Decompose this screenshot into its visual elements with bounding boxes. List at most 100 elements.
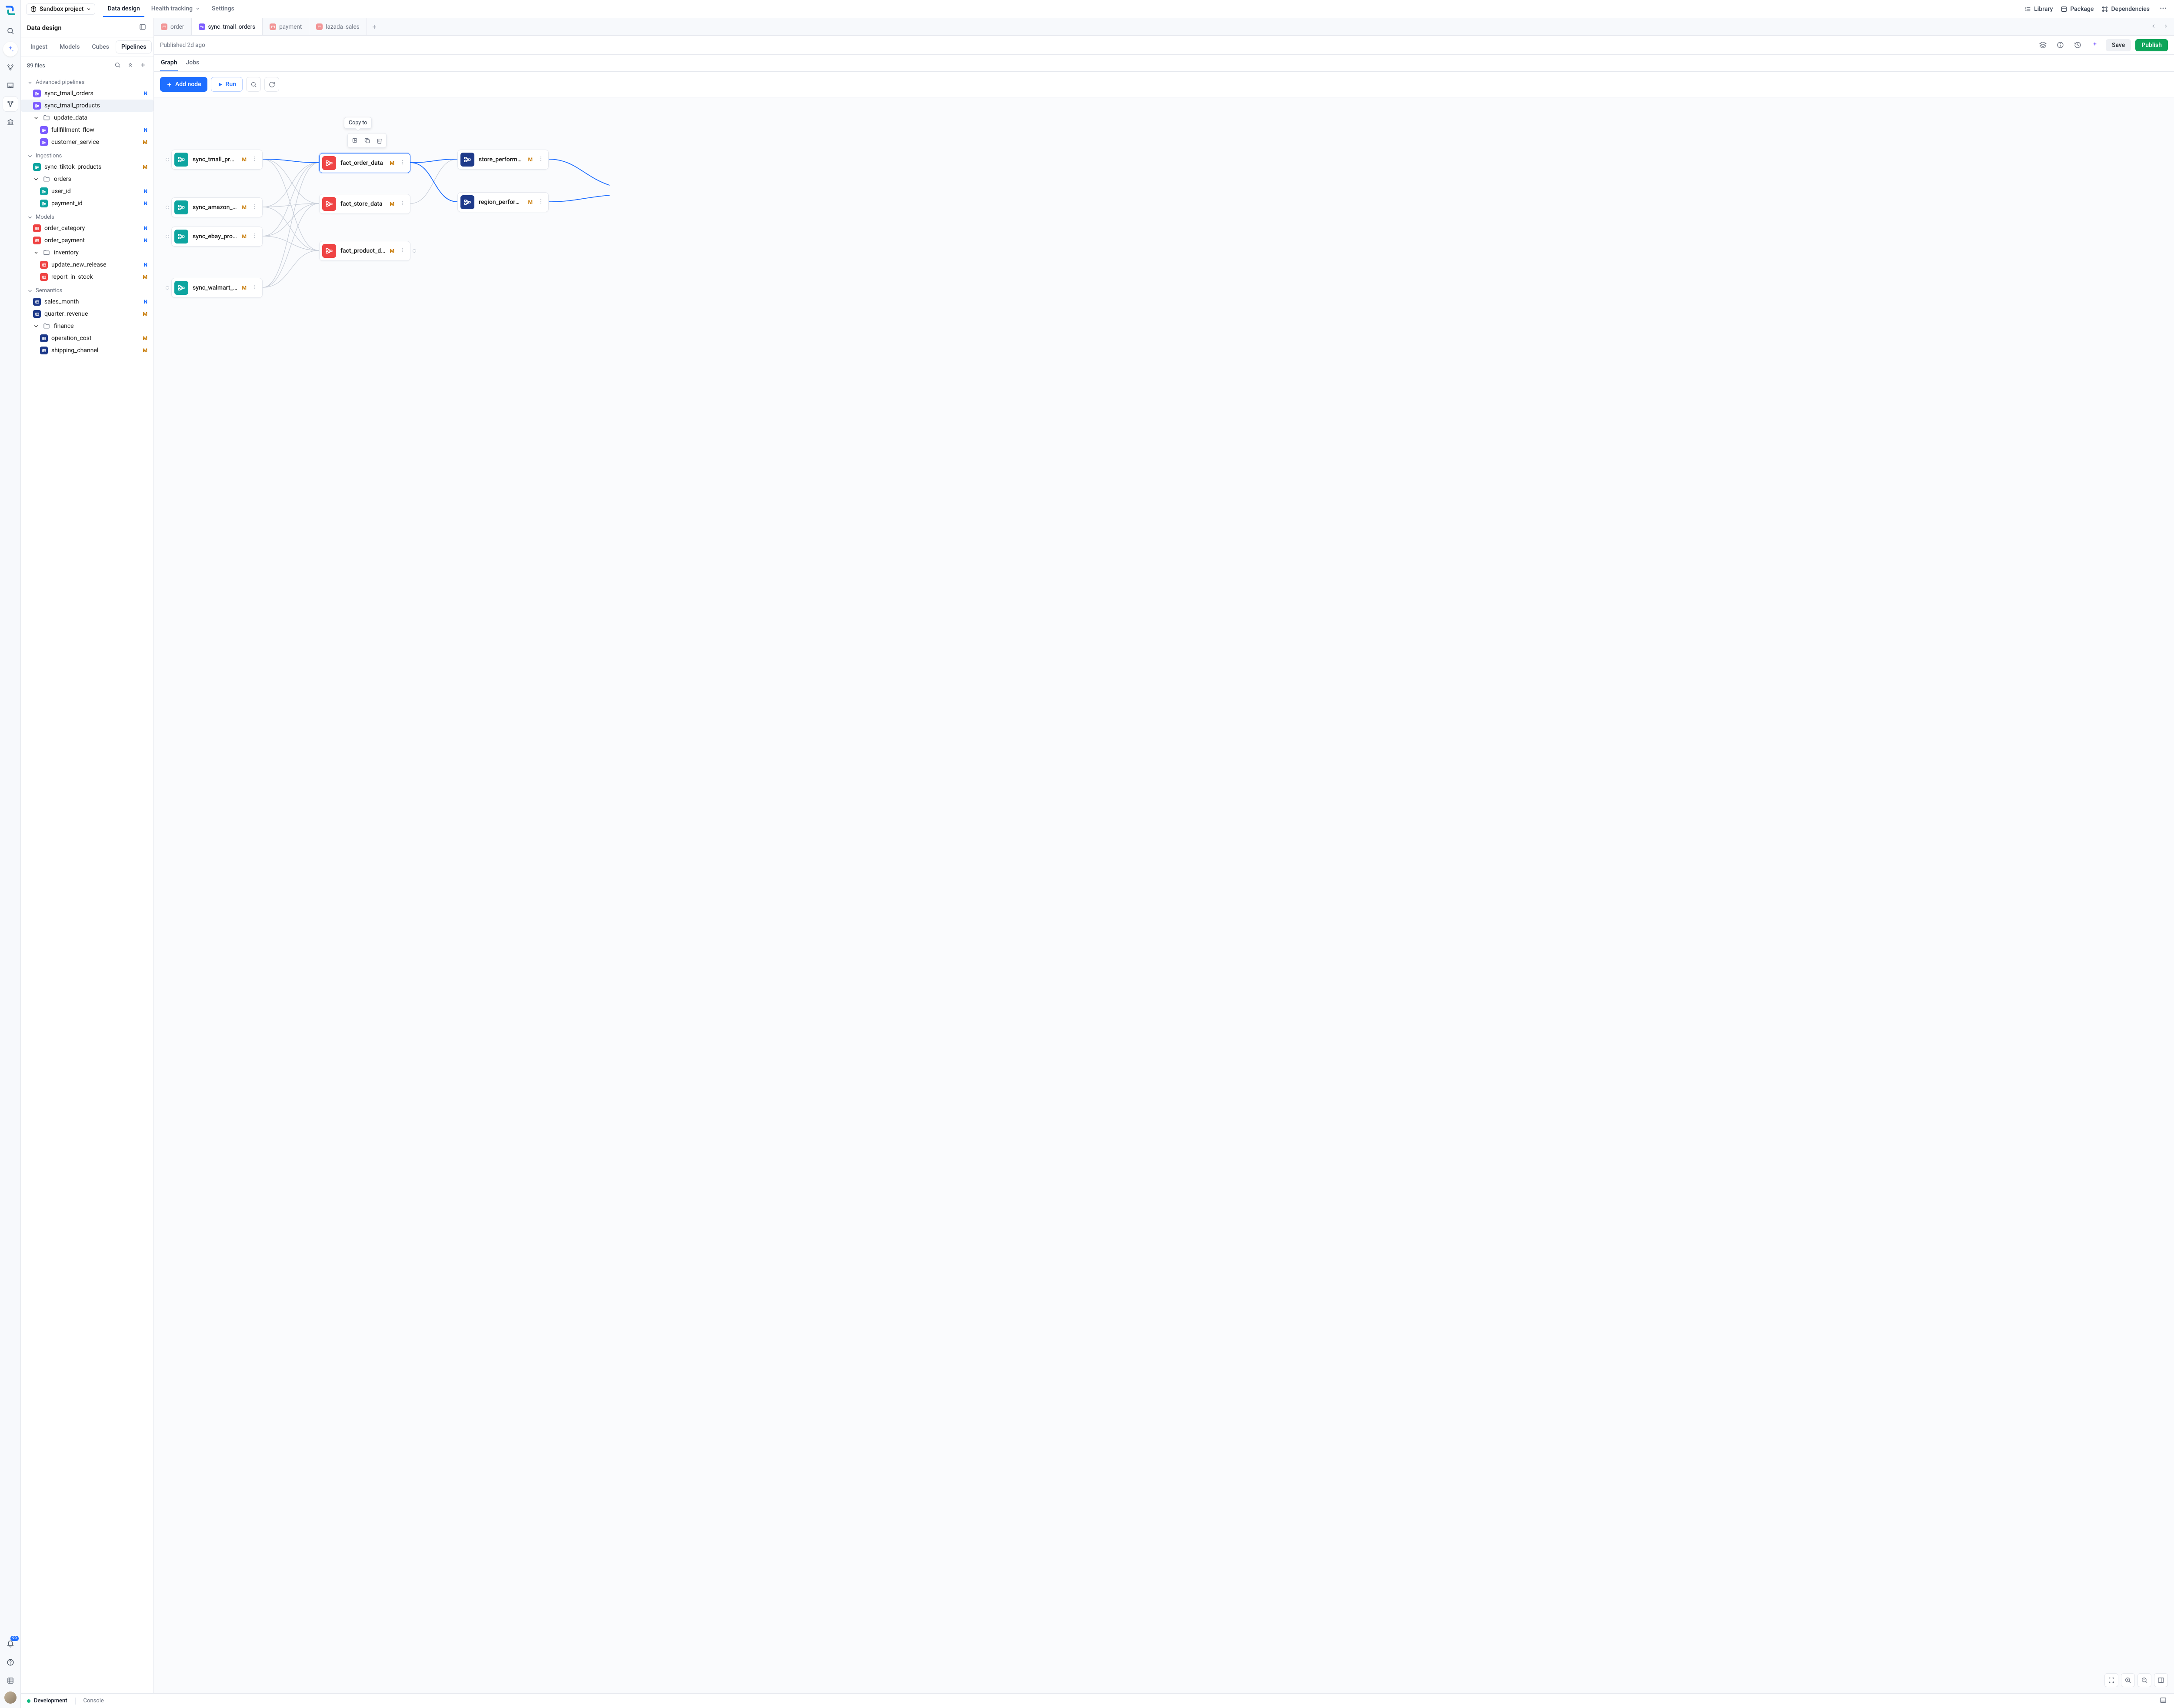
action-library[interactable]: Library [2024,6,2053,13]
tree-group-header[interactable]: Ingestions [21,151,153,161]
project-selector[interactable]: Sandbox project [26,3,95,15]
tree-item[interactable]: sync_tiktok_productsM [21,161,153,173]
publish-button[interactable]: Publish [2135,39,2168,51]
env-indicator[interactable]: Development [27,1698,67,1704]
node-port-out[interactable] [413,249,416,253]
node-port-in[interactable] [166,158,169,161]
graph-canvas[interactable]: Copy to sync_tmall_produ...Msync_amazon_… [154,97,2174,1693]
more-menu[interactable] [2157,3,2169,16]
sidebar-search[interactable] [113,60,122,71]
tree-folder[interactable]: update_data [21,112,153,124]
canvas-minimap[interactable] [2154,1673,2168,1687]
tree-group-header[interactable]: Semantics [21,286,153,296]
save-button[interactable]: Save [2106,39,2131,51]
history-icon[interactable] [2071,39,2084,52]
action-package[interactable]: Package [2061,6,2094,13]
file-tab-add[interactable] [367,18,382,35]
tree-item[interactable]: order_paymentN [21,234,153,247]
tree-item[interactable]: update_new_releaseN [21,259,153,271]
canvas-fit[interactable] [2104,1673,2118,1687]
tree-item[interactable]: shipping_channelM [21,344,153,357]
tree-folder[interactable]: inventory [21,247,153,259]
file-tab[interactable]: lazada_sales [309,18,367,35]
tree-item[interactable]: user_idN [21,185,153,197]
tree-item[interactable]: payment_idN [21,197,153,210]
subtab-models[interactable]: Models [54,41,85,53]
rail-help[interactable] [3,1655,18,1670]
top-tab-health-tracking[interactable]: Health tracking [147,1,205,17]
tree-item[interactable]: operation_costM [21,332,153,344]
node-port-in[interactable] [166,235,169,238]
graph-node[interactable]: fact_store_dataM [319,194,410,214]
content-tab-jobs[interactable]: Jobs [185,55,200,71]
node-more[interactable] [537,155,545,164]
sidebar-collapse[interactable] [138,22,147,33]
add-node-button[interactable]: Add node [160,77,207,92]
subtab-pipelines[interactable]: Pipelines [116,41,152,53]
footer-panel-toggle[interactable] [2158,1695,2168,1707]
node-duplicate[interactable] [361,135,373,146]
subtab-ingest[interactable]: Ingest [25,41,53,53]
rail-search[interactable] [3,23,18,38]
graph-node[interactable]: sync_amazon_pr...M [171,197,263,217]
tree-group-header[interactable]: Advanced pipelines [21,77,153,87]
tree-item[interactable]: customer_serviceM [21,136,153,148]
tree-item[interactable]: order_categoryN [21,222,153,234]
node-more[interactable] [399,199,407,209]
top-tab-data-design[interactable]: Data design [103,1,144,17]
graph-search[interactable] [246,77,261,92]
footer-console[interactable]: Console [83,1698,104,1704]
graph-node[interactable]: region_performanceM [457,192,549,212]
canvas-zoom-out[interactable] [2137,1673,2151,1687]
tree-folder[interactable]: orders [21,173,153,185]
rail-notifications[interactable]: 99 [3,1637,18,1651]
graph-node[interactable]: sync_tmall_produ...M [171,150,263,170]
info-icon[interactable] [2054,39,2067,52]
tree-item[interactable]: quarter_revenueM [21,308,153,320]
rail-ai[interactable] [3,42,18,57]
node-delete[interactable] [373,135,385,146]
layers-icon[interactable] [2036,39,2049,52]
tree-item[interactable]: fullfillment_flowN [21,124,153,136]
file-tab[interactable]: payment [263,18,309,35]
top-tab-settings[interactable]: Settings [207,1,239,17]
graph-node[interactable]: fact_order_dataM [319,153,410,173]
rail-governance[interactable] [3,115,18,130]
rail-data[interactable] [3,1673,18,1688]
node-copy-to[interactable] [349,135,360,146]
graph-node[interactable]: fact_product_dataM [319,241,410,261]
sidebar-collapse-all[interactable] [126,60,135,71]
tree-item[interactable]: report_in_stockM [21,271,153,283]
ai-icon[interactable] [2088,39,2101,52]
node-port-in[interactable] [166,286,169,290]
tree-item[interactable]: sync_tmall_products [21,100,153,112]
rail-branches[interactable] [3,60,18,75]
tree-item[interactable]: sync_tmall_ordersN [21,87,153,100]
file-tab[interactable]: sync_tmall_orders [192,18,263,35]
node-more[interactable] [251,155,259,164]
node-port-in[interactable] [166,206,169,209]
run-button[interactable]: Run [211,77,243,92]
graph-node[interactable]: sync_ebay_produ...M [171,227,263,247]
content-tab-graph[interactable]: Graph [160,55,178,71]
node-more[interactable] [537,197,545,207]
node-more[interactable] [399,246,407,256]
tab-nav-next[interactable] [2161,21,2171,33]
subtab-cubes[interactable]: Cubes [87,41,114,53]
graph-refresh[interactable] [264,77,279,92]
tree-folder[interactable]: finance [21,320,153,332]
tab-nav-prev[interactable] [2149,21,2158,33]
node-more[interactable] [399,158,407,168]
sidebar-add[interactable] [138,60,147,71]
rail-avatar[interactable] [4,1691,17,1704]
tree-item[interactable]: sales_monthN [21,296,153,308]
tree-group-header[interactable]: Models [21,212,153,222]
node-more[interactable] [251,203,259,212]
action-dependencies[interactable]: Dependencies [2101,6,2150,13]
file-tab[interactable]: order [154,18,192,35]
node-more[interactable] [251,283,259,293]
rail-inbox[interactable] [3,78,18,93]
rail-pipeline[interactable] [3,97,18,111]
node-more[interactable] [251,232,259,241]
canvas-zoom-in[interactable] [2121,1673,2135,1687]
